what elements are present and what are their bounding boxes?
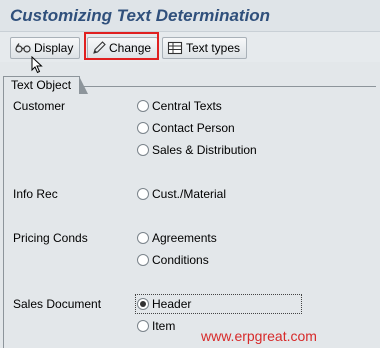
sales-document-label: Sales Document [13, 297, 102, 311]
title-bar: Customizing Text Determination [0, 0, 380, 32]
application-toolbar: Display Change Text types [0, 32, 380, 62]
glasses-icon [15, 43, 31, 53]
radio-button[interactable] [137, 188, 149, 200]
radio-button-selected[interactable] [137, 298, 149, 310]
option-label: Contact Person [152, 121, 235, 135]
option-label: Conditions [152, 253, 209, 267]
watermark: www.erpgreat.com [201, 328, 317, 344]
change-button[interactable]: Change [87, 37, 159, 59]
text-object-tab: Text Object [3, 76, 89, 94]
radio-cust-material[interactable]: Cust./Material [137, 186, 226, 202]
option-label: Agreements [152, 231, 217, 245]
radio-conditions[interactable]: Conditions [137, 252, 209, 268]
change-button-label: Change [109, 41, 152, 55]
option-label: Cust./Material [152, 187, 227, 201]
radio-button[interactable] [137, 144, 149, 156]
display-button-label: Display [34, 41, 74, 55]
mouse-cursor-icon [31, 56, 43, 74]
radio-item[interactable]: Item [137, 318, 175, 334]
radio-button[interactable] [137, 122, 149, 134]
radio-central-texts[interactable]: Central Texts [137, 98, 222, 114]
radio-header[interactable]: Header [137, 296, 191, 312]
info-rec-label: Info Rec [13, 187, 58, 201]
table-icon [167, 41, 183, 55]
display-button[interactable]: Display [10, 37, 81, 59]
text-types-button[interactable]: Text types [162, 37, 248, 59]
pricing-conds-label: Pricing Conds [13, 231, 88, 245]
radio-button[interactable] [137, 320, 149, 332]
radio-button[interactable] [137, 232, 149, 244]
option-label: Sales & Distribution [152, 143, 257, 157]
radio-button[interactable] [137, 100, 149, 112]
radio-agreements[interactable]: Agreements [137, 230, 217, 246]
option-label: Central Texts [152, 99, 222, 113]
text-types-button-label: Text types [186, 41, 241, 55]
option-label: Item [152, 319, 176, 333]
radio-sales-distribution[interactable]: Sales & Distribution [137, 142, 257, 158]
pencil-icon [93, 41, 106, 54]
customer-label: Customer [13, 99, 66, 113]
page-title: Customizing Text Determination [10, 6, 271, 25]
radio-button[interactable] [137, 254, 149, 266]
option-label: Header [152, 297, 192, 311]
radio-contact-person[interactable]: Contact Person [137, 120, 235, 136]
